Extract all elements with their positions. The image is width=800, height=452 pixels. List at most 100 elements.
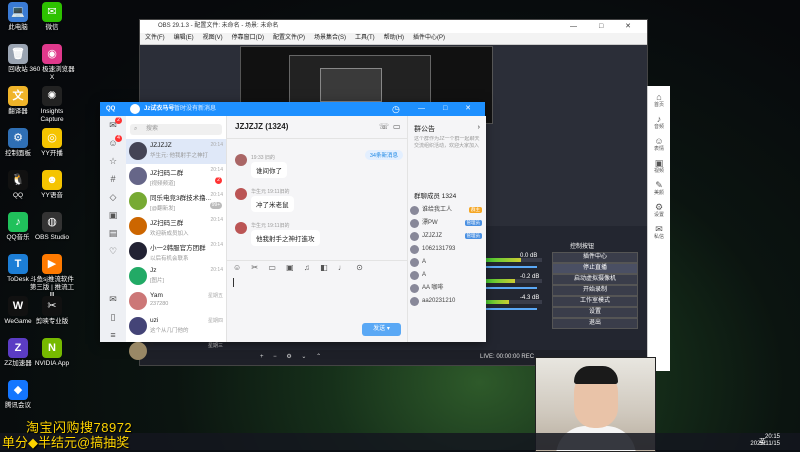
desktop-icon-glyph: T	[8, 254, 28, 274]
message-avatar[interactable]	[235, 154, 247, 166]
contacts-badge: 4	[115, 135, 122, 142]
desktop-icon-glyph: ◎	[42, 128, 62, 148]
mail-icon[interactable]: ✉	[100, 290, 126, 308]
control-button[interactable]: 启动虚拟摄像机	[552, 274, 638, 285]
desktop-icon[interactable]: ◍ OBS Studio	[29, 212, 75, 242]
conversation-avatar	[129, 267, 147, 285]
right-panel-item[interactable]: ⚙ 设置	[648, 202, 670, 218]
control-button[interactable]: 工作室模式	[552, 296, 638, 307]
obs-window-controls[interactable]: — □ ✕	[570, 20, 641, 33]
volume-slider[interactable]	[482, 287, 537, 289]
obs-menu-item[interactable]: 帮助(H)	[384, 35, 404, 41]
right-panel-item[interactable]: ✉ 私信	[648, 224, 670, 240]
obs-menu-item[interactable]: 文件(F)	[145, 35, 165, 41]
control-button[interactable]: 退出	[552, 318, 638, 329]
desktop-icon[interactable]: ☻ YY语音	[29, 170, 75, 200]
contacts-icon[interactable]: ☺ 4	[100, 134, 126, 152]
taskbar-clock[interactable]: 20:15 2025/11/15	[750, 434, 780, 448]
desktop-icon-label: 360 极速浏览器X	[29, 66, 75, 81]
message-bubble[interactable]: 他我射手之神打進攻	[251, 230, 320, 246]
search-input[interactable]: ⌕ 搜索 +	[130, 124, 238, 135]
member-item[interactable]: AA 咖啡	[408, 282, 486, 295]
qq-avatar[interactable]	[130, 104, 140, 114]
conversation-avatar	[129, 242, 147, 260]
member-item[interactable]: A	[408, 269, 486, 282]
desktop-icon[interactable]: ✂ 剪映专业版	[29, 296, 75, 326]
right-panel-item[interactable]: ▣ 视频	[648, 158, 670, 174]
message-avatar[interactable]	[235, 222, 247, 234]
conversation-item[interactable]: JZ扫码三群 欢迎新成员加入 20:14	[126, 214, 226, 239]
volume-slider[interactable]	[482, 266, 537, 268]
conversation-preview: 237280	[150, 301, 169, 307]
game-icon[interactable]: ◇	[100, 188, 126, 206]
control-button[interactable]: 设置	[552, 307, 638, 318]
messages-icon[interactable]: ✉ 2	[100, 116, 126, 134]
space-icon[interactable]: ☆	[100, 152, 126, 170]
control-button[interactable]: 停止直播	[552, 263, 638, 274]
desktop-icon[interactable]: ✉ 微信	[29, 2, 75, 32]
desktop-icon-glyph: W	[8, 296, 28, 316]
member-item[interactable]: 漂PW 管理员	[408, 217, 486, 230]
member-item[interactable]: aa20231210	[408, 295, 486, 308]
conversation-avatar	[129, 292, 147, 310]
channel-icon[interactable]: #	[100, 170, 126, 188]
right-panel-item[interactable]: ✎ 美颜	[648, 180, 670, 196]
obs-menu-item[interactable]: 插件中心(P)	[413, 35, 445, 41]
volume-slider[interactable]	[482, 308, 537, 310]
qq-clock-icon[interactable]: ◷	[392, 102, 400, 116]
send-button[interactable]: 发送 ▾	[362, 323, 401, 336]
conversation-item[interactable]: Yam 237280 星期五	[126, 289, 226, 314]
right-panel-item[interactable]: ♪ 音频	[648, 114, 670, 130]
conversation-item[interactable]: 同乐电竞3群技术撸... [@翻新发] 20:14 99+	[126, 189, 226, 214]
right-panel-icon: ⌂	[656, 92, 662, 102]
desktop-icon[interactable]: N NVIDIA App	[29, 338, 75, 368]
phone-icon[interactable]: ▯	[100, 308, 126, 326]
member-item[interactable]: 1062131793	[408, 243, 486, 256]
desktop-icon-glyph: ◍	[42, 212, 62, 232]
message-bubble[interactable]: 谁间你了	[251, 162, 287, 178]
control-button[interactable]: 开始录制	[552, 285, 638, 296]
conversation-item[interactable]: Jz [图片] 20:14	[126, 264, 226, 289]
qq-status: 暂时没有新消息	[174, 106, 217, 112]
right-panel-item[interactable]: ⌂ 首页	[648, 92, 670, 108]
desktop-icon[interactable]: ◎ YY开播	[29, 128, 75, 158]
new-messages-pill[interactable]: 34条新消息	[364, 150, 403, 160]
message-avatar[interactable]	[235, 188, 247, 200]
member-item[interactable]: 谁给我工人 群主	[408, 204, 486, 217]
conversation-item[interactable]: JZ扫码二群 [视频频道] 20:14 2	[126, 164, 226, 189]
desktop-icon-label: 剪映专业版	[35, 318, 69, 325]
folder-icon[interactable]: ▤	[100, 224, 126, 242]
qq-window-controls[interactable]: — □ ✕	[418, 102, 479, 116]
scene-controls[interactable]: + − ⚙ ⌄ ⌃	[260, 350, 325, 365]
qq-window[interactable]: QQ Jz试衣马号 暂时没有新消息 ◷ — □ ✕ ✉ 2 ☺ 4 ☆ # ◇ ▣ …	[100, 102, 486, 360]
obs-menu-item[interactable]: 工具(T)	[355, 35, 375, 41]
conversation-time: 20:14	[210, 242, 223, 248]
obs-menu-item[interactable]: 配置文件(P)	[273, 35, 305, 41]
obs-menu-item[interactable]: 编辑(E)	[174, 35, 194, 41]
desktop-icon[interactable]: ✺ Insights Capture	[29, 86, 75, 124]
conversation-item[interactable]: JZJZJZ 华生元: 他我射手之神打 20:14	[126, 139, 226, 164]
conversation-item[interactable]: o 星期三	[126, 339, 226, 364]
conversation-item[interactable]: 小一2韩服官方团群 以后有机会联系 20:14	[126, 239, 226, 264]
chat-header-icon[interactable]: ▭	[393, 116, 401, 138]
desktop-icon[interactable]: ▶斗鱼sj推流软件 第三版 | 推流工具	[29, 254, 75, 300]
obs-titlebar[interactable]: OBS 29.1.3 - 配置文件: 未命名 - 场景: 未命名 — □ ✕	[140, 20, 647, 33]
app-icon[interactable]: ▣	[100, 206, 126, 224]
announcement-title[interactable]: 群公告 ›	[408, 116, 486, 136]
qq-titlebar[interactable]: QQ Jz试衣马号 暂时没有新消息 ◷ — □ ✕	[100, 102, 485, 116]
message-bubble[interactable]: 冲了米老鼠	[251, 196, 294, 212]
chat-header-icon[interactable]: ☏	[379, 116, 389, 138]
menu-icon[interactable]: ≡	[100, 326, 126, 344]
right-panel-item[interactable]: ☺ 表情	[648, 136, 670, 152]
chat-toolbar[interactable]: ☺ ✂ ▭ ▣ ♫ ◧ ♩ ⊙	[227, 260, 413, 275]
obs-menu-item[interactable]: 停靠窗口(D)	[232, 35, 264, 41]
obs-menu-item[interactable]: 场景集合(S)	[314, 35, 346, 41]
conversation-item[interactable]: uzi 这个从几门他的 星期四	[126, 314, 226, 339]
desktop-icon[interactable]: ◆ 腾讯会议	[0, 380, 41, 410]
control-button[interactable]: 插件中心	[552, 252, 638, 263]
obs-menu-item[interactable]: 视图(V)	[203, 35, 223, 41]
favorites-icon[interactable]: ♡	[100, 242, 126, 260]
desktop-icon[interactable]: ◉ 360 极速浏览器X	[29, 44, 75, 82]
member-item[interactable]: A	[408, 256, 486, 269]
member-item[interactable]: JZJZJZ 管理员	[408, 230, 486, 243]
